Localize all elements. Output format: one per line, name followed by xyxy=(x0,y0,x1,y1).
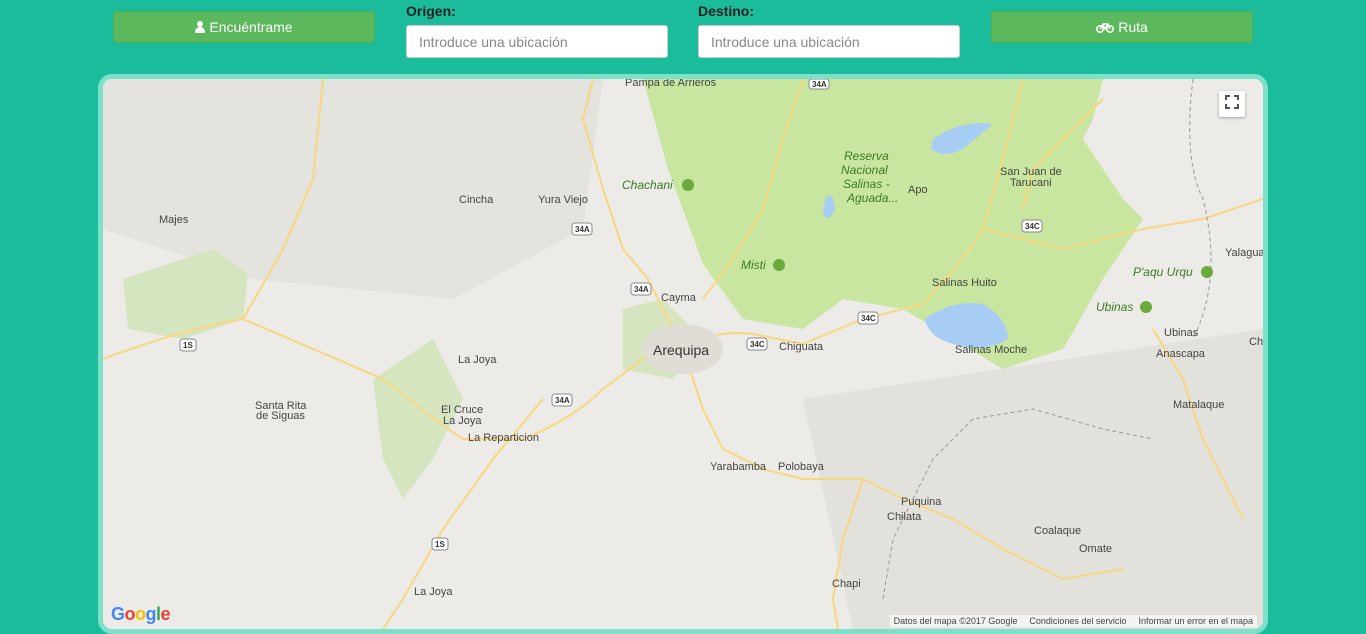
mountain-icon xyxy=(1201,266,1213,278)
fullscreen-button[interactable] xyxy=(1219,91,1245,117)
place-label: Chapi xyxy=(832,578,861,590)
place-label: Yura Viejo xyxy=(538,194,588,206)
origin-label: Origen: xyxy=(406,3,456,19)
place-label: Pampa de Arrieros xyxy=(625,79,717,89)
place-label: Chiguata xyxy=(779,341,824,353)
map-container[interactable]: Pampa de Arrieros Cincha Yura Viejo Maje… xyxy=(98,74,1268,634)
route-button[interactable]: Ruta xyxy=(991,11,1253,43)
place-label: Apo xyxy=(908,184,928,196)
road-shield: 34A xyxy=(575,225,590,234)
place-label: La Joya xyxy=(458,354,497,366)
place-label: Anascapa xyxy=(1156,348,1206,360)
terms-link[interactable]: Condiciones del servicio xyxy=(1029,616,1126,626)
road-shield: 1S xyxy=(183,341,193,350)
park-label: Reserva xyxy=(844,149,889,163)
map-footer: Datos del mapa ©2017 Google Condiciones … xyxy=(889,615,1257,627)
place-label: Omate xyxy=(1079,543,1112,555)
map-canvas[interactable]: Pampa de Arrieros Cincha Yura Viejo Maje… xyxy=(103,79,1263,629)
place-label: Polobaya xyxy=(778,461,825,473)
place-label: Chilata xyxy=(887,511,922,523)
place-label: de Siguas xyxy=(256,410,305,422)
road-shield: 1S xyxy=(435,540,445,549)
place-label: Cincha xyxy=(459,194,494,206)
road-shield: 34C xyxy=(750,340,765,349)
road-shield: 34A xyxy=(555,396,570,405)
place-label: Ch xyxy=(1249,336,1263,348)
city-label-arequipa: Arequipa xyxy=(653,342,709,358)
place-label: La Joya xyxy=(443,415,482,427)
origin-input[interactable] xyxy=(406,25,668,58)
place-label: Ubinas xyxy=(1164,327,1199,339)
fullscreen-icon xyxy=(1225,94,1239,114)
place-label: Majes xyxy=(159,214,189,226)
place-label: Puquina xyxy=(901,496,942,508)
mountain-icon xyxy=(682,179,694,191)
route-label: Ruta xyxy=(1118,19,1148,35)
park-label: Salinas - xyxy=(843,177,890,191)
park-label: P'aqu Urqu xyxy=(1133,265,1193,279)
place-label: Matalaque xyxy=(1173,399,1224,411)
road-shield: 34C xyxy=(861,314,876,323)
place-label: Tarucani xyxy=(1010,177,1052,189)
park-label: Nacional xyxy=(841,163,888,177)
user-icon xyxy=(195,21,206,33)
place-label: Salinas Moche xyxy=(955,344,1027,356)
place-label: Salinas Huito xyxy=(932,277,997,289)
place-label: La Joya xyxy=(414,586,453,598)
google-logo[interactable]: Google xyxy=(111,604,171,625)
road-shield: 34A xyxy=(812,80,827,89)
place-label: Coalaque xyxy=(1034,525,1081,537)
destination-input[interactable] xyxy=(698,25,960,58)
park-label: Chachani xyxy=(622,178,673,192)
road-shield: 34A xyxy=(634,285,649,294)
road-shield: 34C xyxy=(1025,222,1040,231)
report-error-link[interactable]: Informar un error en el mapa xyxy=(1138,616,1253,626)
mountain-icon xyxy=(1140,301,1152,313)
park-label: Ubinas xyxy=(1096,300,1133,314)
park-label: Misti xyxy=(741,258,766,272)
destination-label: Destino: xyxy=(698,3,754,19)
find-me-label: Encuéntrame xyxy=(209,19,293,35)
place-label: Yalagua xyxy=(1225,247,1263,259)
place-label: La Reparticion xyxy=(468,432,539,444)
park-label: Aguada... xyxy=(846,191,898,205)
find-me-button[interactable]: Encuéntrame xyxy=(113,11,375,43)
map-data-attribution: Datos del mapa ©2017 Google xyxy=(893,616,1018,626)
mountain-icon xyxy=(773,259,785,271)
place-label: Cayma xyxy=(661,292,697,304)
bicycle-icon xyxy=(1096,21,1115,33)
place-label: Yarabamba xyxy=(710,461,767,473)
